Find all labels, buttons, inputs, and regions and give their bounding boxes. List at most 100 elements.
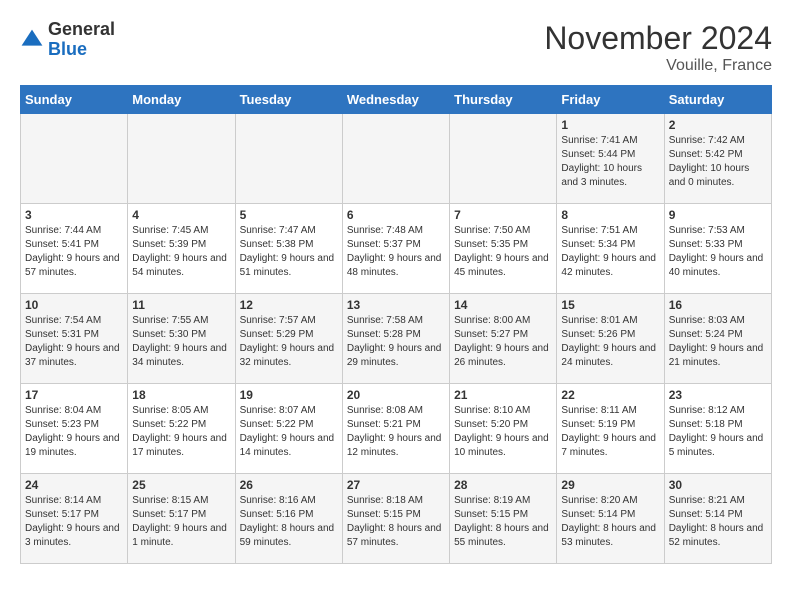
calendar-cell: 25 Sunrise: 8:15 AM Sunset: 5:17 PM Dayli…	[128, 474, 235, 564]
calendar-cell: 11 Sunrise: 7:55 AM Sunset: 5:30 PM Dayli…	[128, 294, 235, 384]
calendar-cell: 30Sunrise: 8:21 AM Sunset: 5:14 PM Dayli…	[664, 474, 771, 564]
day-number: 13	[347, 298, 445, 312]
day-number: 3	[25, 208, 123, 222]
calendar-cell: 5Sunrise: 7:47 AM Sunset: 5:38 PM Daylig…	[235, 204, 342, 294]
day-number: 23	[669, 388, 767, 402]
calendar-cell: 13 Sunrise: 7:58 AM Sunset: 5:28 PM Dayli…	[342, 294, 449, 384]
day-number: 17	[25, 388, 123, 402]
day-number: 27	[347, 478, 445, 492]
calendar-cell: 17 Sunrise: 8:04 AM Sunset: 5:23 PM Dayli…	[21, 384, 128, 474]
calendar-cell: 8 Sunrise: 7:51 AM Sunset: 5:34 PM Daylig…	[557, 204, 664, 294]
logo-icon	[20, 28, 44, 52]
calendar-cell: 6 Sunrise: 7:48 AM Sunset: 5:37 PM Daylig…	[342, 204, 449, 294]
calendar-cell: 21 Sunrise: 8:10 AM Sunset: 5:20 PM Dayli…	[450, 384, 557, 474]
day-info: Sunrise: 8:20 AM Sunset: 5:14 PM Dayligh…	[561, 494, 659, 550]
calendar-week-row: 24Sunrise: 8:14 AM Sunset: 5:17 PM Dayli…	[21, 474, 772, 564]
calendar-cell	[450, 114, 557, 204]
calendar-cell	[342, 114, 449, 204]
day-number: 12	[240, 298, 338, 312]
calendar-cell: 18 Sunrise: 8:05 AM Sunset: 5:22 PM Dayli…	[128, 384, 235, 474]
day-number: 29	[561, 478, 659, 492]
day-number: 10	[25, 298, 123, 312]
day-info: Sunrise: 7:54 AM Sunset: 5:31 PM Dayligh…	[25, 314, 123, 370]
day-info: Sunrise: 8:07 AM Sunset: 5:22 PM Dayligh…	[240, 404, 338, 460]
calendar-week-row: 3 Sunrise: 7:44 AM Sunset: 5:41 PM Daylig…	[21, 204, 772, 294]
day-info: Sunrise: 8:00 AM Sunset: 5:27 PM Dayligh…	[454, 314, 552, 370]
day-number: 4	[132, 208, 230, 222]
calendar-table: SundayMondayTuesdayWednesdayThursdayFrid…	[20, 85, 772, 564]
day-info: Sunrise: 7:55 AM Sunset: 5:30 PM Dayligh…	[132, 314, 230, 370]
day-number: 19	[240, 388, 338, 402]
calendar-cell: 23 Sunrise: 8:12 AM Sunset: 5:18 PM Dayli…	[664, 384, 771, 474]
calendar-cell: 16Sunrise: 8:03 AM Sunset: 5:24 PM Dayli…	[664, 294, 771, 384]
calendar-cell: 24Sunrise: 8:14 AM Sunset: 5:17 PM Dayli…	[21, 474, 128, 564]
day-number: 15	[561, 298, 659, 312]
day-number: 28	[454, 478, 552, 492]
logo-general: General	[48, 20, 115, 40]
calendar-cell	[128, 114, 235, 204]
day-number: 1	[561, 118, 659, 132]
day-number: 6	[347, 208, 445, 222]
calendar-cell: 9 Sunrise: 7:53 AM Sunset: 5:33 PM Daylig…	[664, 204, 771, 294]
weekday-header-monday: Monday	[128, 86, 235, 114]
day-number: 20	[347, 388, 445, 402]
calendar-cell: 14 Sunrise: 8:00 AM Sunset: 5:27 PM Dayli…	[450, 294, 557, 384]
day-info: Sunrise: 8:19 AM Sunset: 5:15 PM Dayligh…	[454, 494, 552, 550]
day-info: Sunrise: 8:03 AM Sunset: 5:24 PM Dayligh…	[669, 314, 767, 370]
calendar-week-row: 10 Sunrise: 7:54 AM Sunset: 5:31 PM Dayli…	[21, 294, 772, 384]
day-number: 9	[669, 208, 767, 222]
day-info: Sunrise: 8:04 AM Sunset: 5:23 PM Dayligh…	[25, 404, 123, 460]
day-number: 8	[561, 208, 659, 222]
day-info: Sunrise: 8:01 AM Sunset: 5:26 PM Dayligh…	[561, 314, 659, 370]
weekday-header-wednesday: Wednesday	[342, 86, 449, 114]
calendar-cell	[235, 114, 342, 204]
day-info: Sunrise: 7:42 AM Sunset: 5:42 PM Dayligh…	[669, 134, 767, 190]
calendar-header-row: SundayMondayTuesdayWednesdayThursdayFrid…	[21, 86, 772, 114]
day-info: Sunrise: 7:41 AM Sunset: 5:44 PM Dayligh…	[561, 134, 659, 190]
day-number: 2	[669, 118, 767, 132]
day-number: 25	[132, 478, 230, 492]
calendar-cell	[21, 114, 128, 204]
day-info: Sunrise: 7:45 AM Sunset: 5:39 PM Dayligh…	[132, 224, 230, 280]
day-number: 7	[454, 208, 552, 222]
day-info: Sunrise: 7:48 AM Sunset: 5:37 PM Dayligh…	[347, 224, 445, 280]
day-number: 14	[454, 298, 552, 312]
weekday-header-saturday: Saturday	[664, 86, 771, 114]
day-number: 18	[132, 388, 230, 402]
day-info: Sunrise: 8:08 AM Sunset: 5:21 PM Dayligh…	[347, 404, 445, 460]
day-number: 26	[240, 478, 338, 492]
weekday-header-sunday: Sunday	[21, 86, 128, 114]
page-title: November 2024	[544, 20, 772, 57]
calendar-cell: 15 Sunrise: 8:01 AM Sunset: 5:26 PM Dayli…	[557, 294, 664, 384]
day-info: Sunrise: 7:44 AM Sunset: 5:41 PM Dayligh…	[25, 224, 123, 280]
day-info: Sunrise: 8:05 AM Sunset: 5:22 PM Dayligh…	[132, 404, 230, 460]
calendar-cell: 19 Sunrise: 8:07 AM Sunset: 5:22 PM Dayli…	[235, 384, 342, 474]
weekday-header-thursday: Thursday	[450, 86, 557, 114]
day-info: Sunrise: 8:18 AM Sunset: 5:15 PM Dayligh…	[347, 494, 445, 550]
day-info: Sunrise: 7:57 AM Sunset: 5:29 PM Dayligh…	[240, 314, 338, 370]
calendar-cell: 29 Sunrise: 8:20 AM Sunset: 5:14 PM Dayli…	[557, 474, 664, 564]
day-info: Sunrise: 8:10 AM Sunset: 5:20 PM Dayligh…	[454, 404, 552, 460]
day-info: Sunrise: 8:21 AM Sunset: 5:14 PM Dayligh…	[669, 494, 767, 550]
calendar-cell: 20 Sunrise: 8:08 AM Sunset: 5:21 PM Dayli…	[342, 384, 449, 474]
logo-text: General Blue	[48, 20, 115, 60]
calendar-cell: 10 Sunrise: 7:54 AM Sunset: 5:31 PM Dayli…	[21, 294, 128, 384]
page-subtitle: Vouille, France	[544, 57, 772, 75]
calendar-cell: 22 Sunrise: 8:11 AM Sunset: 5:19 PM Dayli…	[557, 384, 664, 474]
day-info: Sunrise: 7:58 AM Sunset: 5:28 PM Dayligh…	[347, 314, 445, 370]
day-number: 21	[454, 388, 552, 402]
day-info: Sunrise: 7:47 AM Sunset: 5:38 PM Dayligh…	[240, 224, 338, 280]
day-info: Sunrise: 7:53 AM Sunset: 5:33 PM Dayligh…	[669, 224, 767, 280]
calendar-week-row: 1 Sunrise: 7:41 AM Sunset: 5:44 PM Daylig…	[21, 114, 772, 204]
day-info: Sunrise: 8:14 AM Sunset: 5:17 PM Dayligh…	[25, 494, 123, 550]
page-header: General Blue November 2024 Vouille, Fran…	[20, 20, 772, 75]
day-info: Sunrise: 8:15 AM Sunset: 5:17 PM Dayligh…	[132, 494, 230, 550]
day-info: Sunrise: 8:12 AM Sunset: 5:18 PM Dayligh…	[669, 404, 767, 460]
calendar-week-row: 17 Sunrise: 8:04 AM Sunset: 5:23 PM Dayli…	[21, 384, 772, 474]
day-number: 11	[132, 298, 230, 312]
day-info: Sunrise: 7:51 AM Sunset: 5:34 PM Dayligh…	[561, 224, 659, 280]
day-number: 22	[561, 388, 659, 402]
calendar-cell: 4 Sunrise: 7:45 AM Sunset: 5:39 PM Daylig…	[128, 204, 235, 294]
day-info: Sunrise: 8:11 AM Sunset: 5:19 PM Dayligh…	[561, 404, 659, 460]
day-info: Sunrise: 8:16 AM Sunset: 5:16 PM Dayligh…	[240, 494, 338, 550]
